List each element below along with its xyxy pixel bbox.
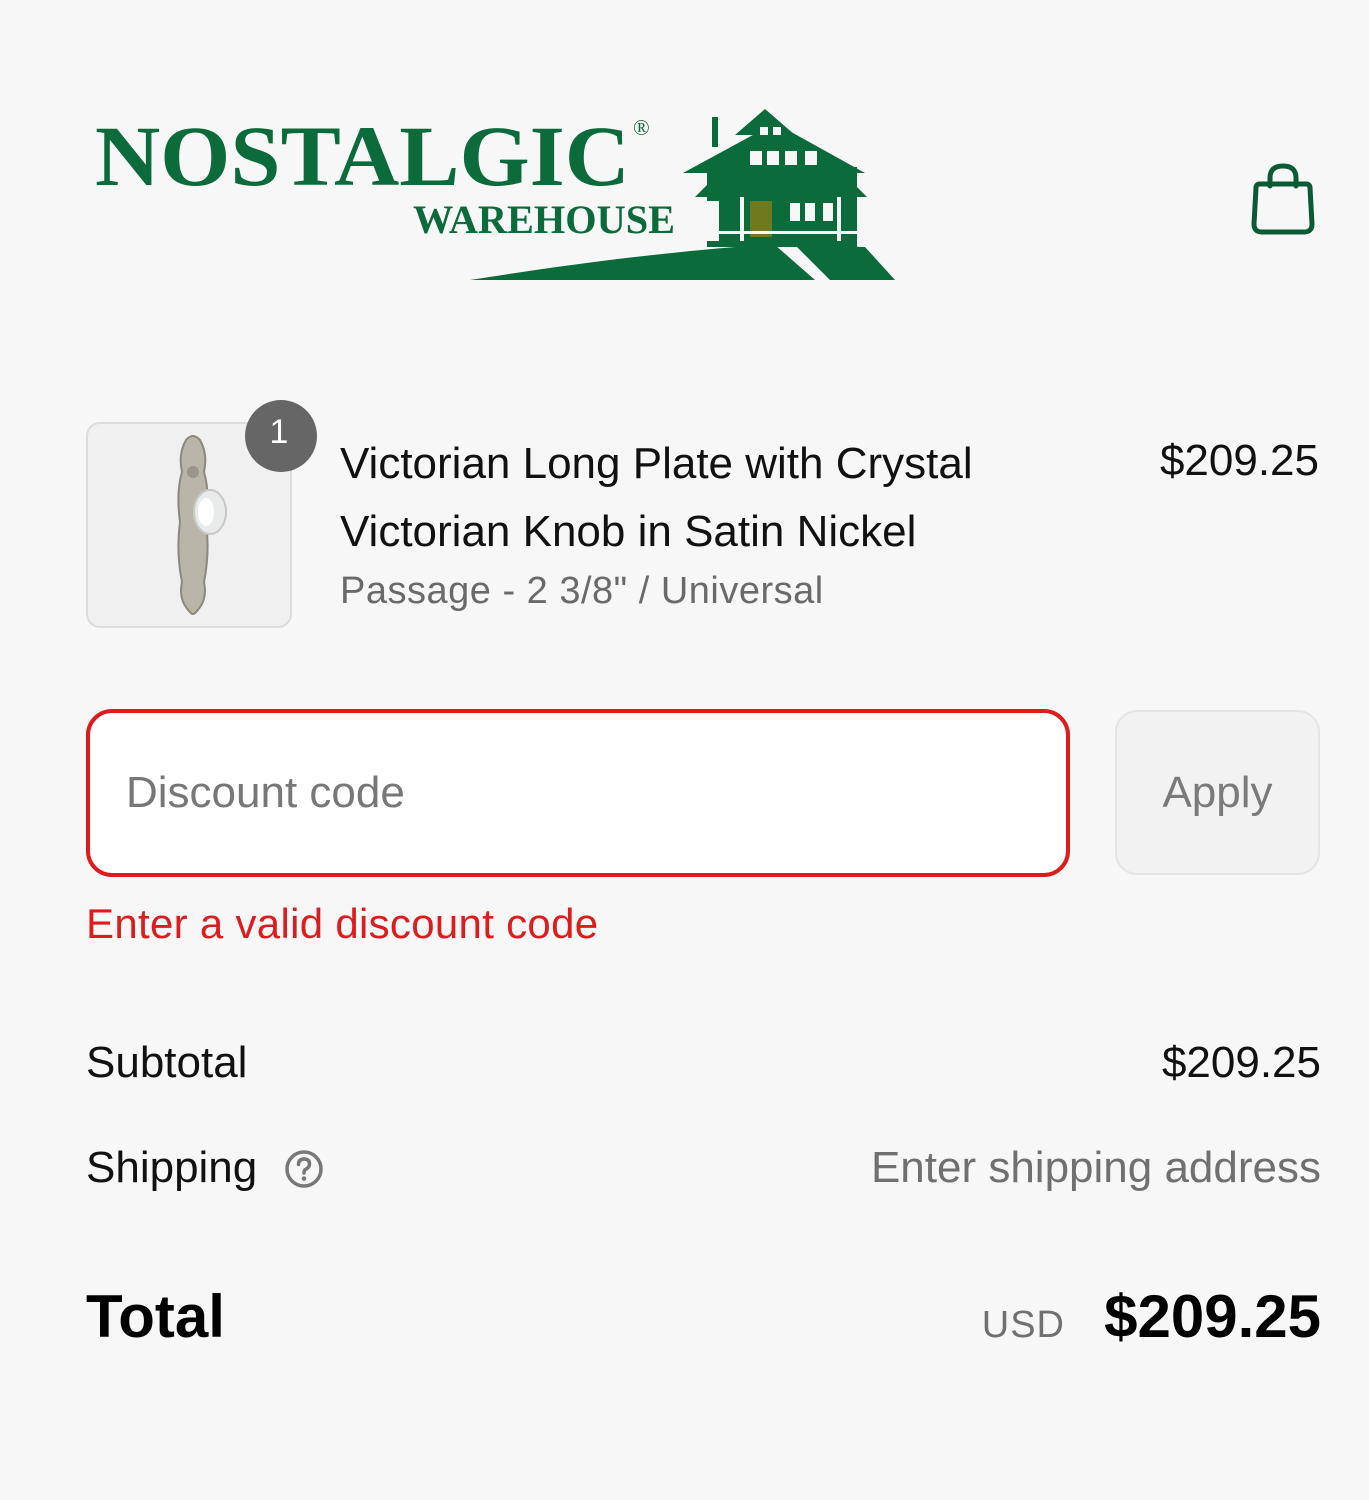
door-knob-plate-image	[177, 435, 227, 615]
product-title: Victorian Long Plate with Crystal Victor…	[340, 439, 973, 556]
total-label: Total	[86, 1283, 225, 1350]
logo-registered-mark: ®	[633, 115, 650, 140]
apply-discount-button[interactable]: Apply	[1115, 710, 1320, 875]
question-circle-icon	[285, 1150, 323, 1188]
logo-wordmark-line1: NOSTALGIC	[95, 108, 630, 204]
subtotal-label: Subtotal	[86, 1038, 248, 1087]
shipping-label: Shipping	[86, 1143, 258, 1192]
total-value: $209.25	[1104, 1283, 1321, 1350]
product-price: $209.25	[1159, 436, 1319, 485]
discount-error-message: Enter a valid discount code	[86, 900, 599, 947]
cart-button[interactable]	[1248, 160, 1318, 238]
subtotal-value: $209.25	[1161, 1038, 1321, 1087]
discount-code-input[interactable]	[86, 709, 1070, 877]
shipping-value: Enter shipping address	[870, 1143, 1321, 1192]
shipping-help-button[interactable]	[284, 1149, 324, 1189]
product-variant: Passage - 2 3/8" / Universal	[340, 570, 824, 612]
store-logo[interactable]: NOSTALGIC ® WAREHOUSE	[95, 105, 900, 285]
quantity-value: 1	[269, 413, 289, 451]
quantity-badge: 1	[245, 400, 317, 472]
logo-house-graphic: NOSTALGIC ® WAREHOUSE	[95, 108, 895, 280]
shopping-bag-icon	[1251, 163, 1315, 235]
logo-wordmark-line2: WAREHOUSE	[413, 197, 675, 242]
total-currency: USD	[981, 1304, 1065, 1346]
